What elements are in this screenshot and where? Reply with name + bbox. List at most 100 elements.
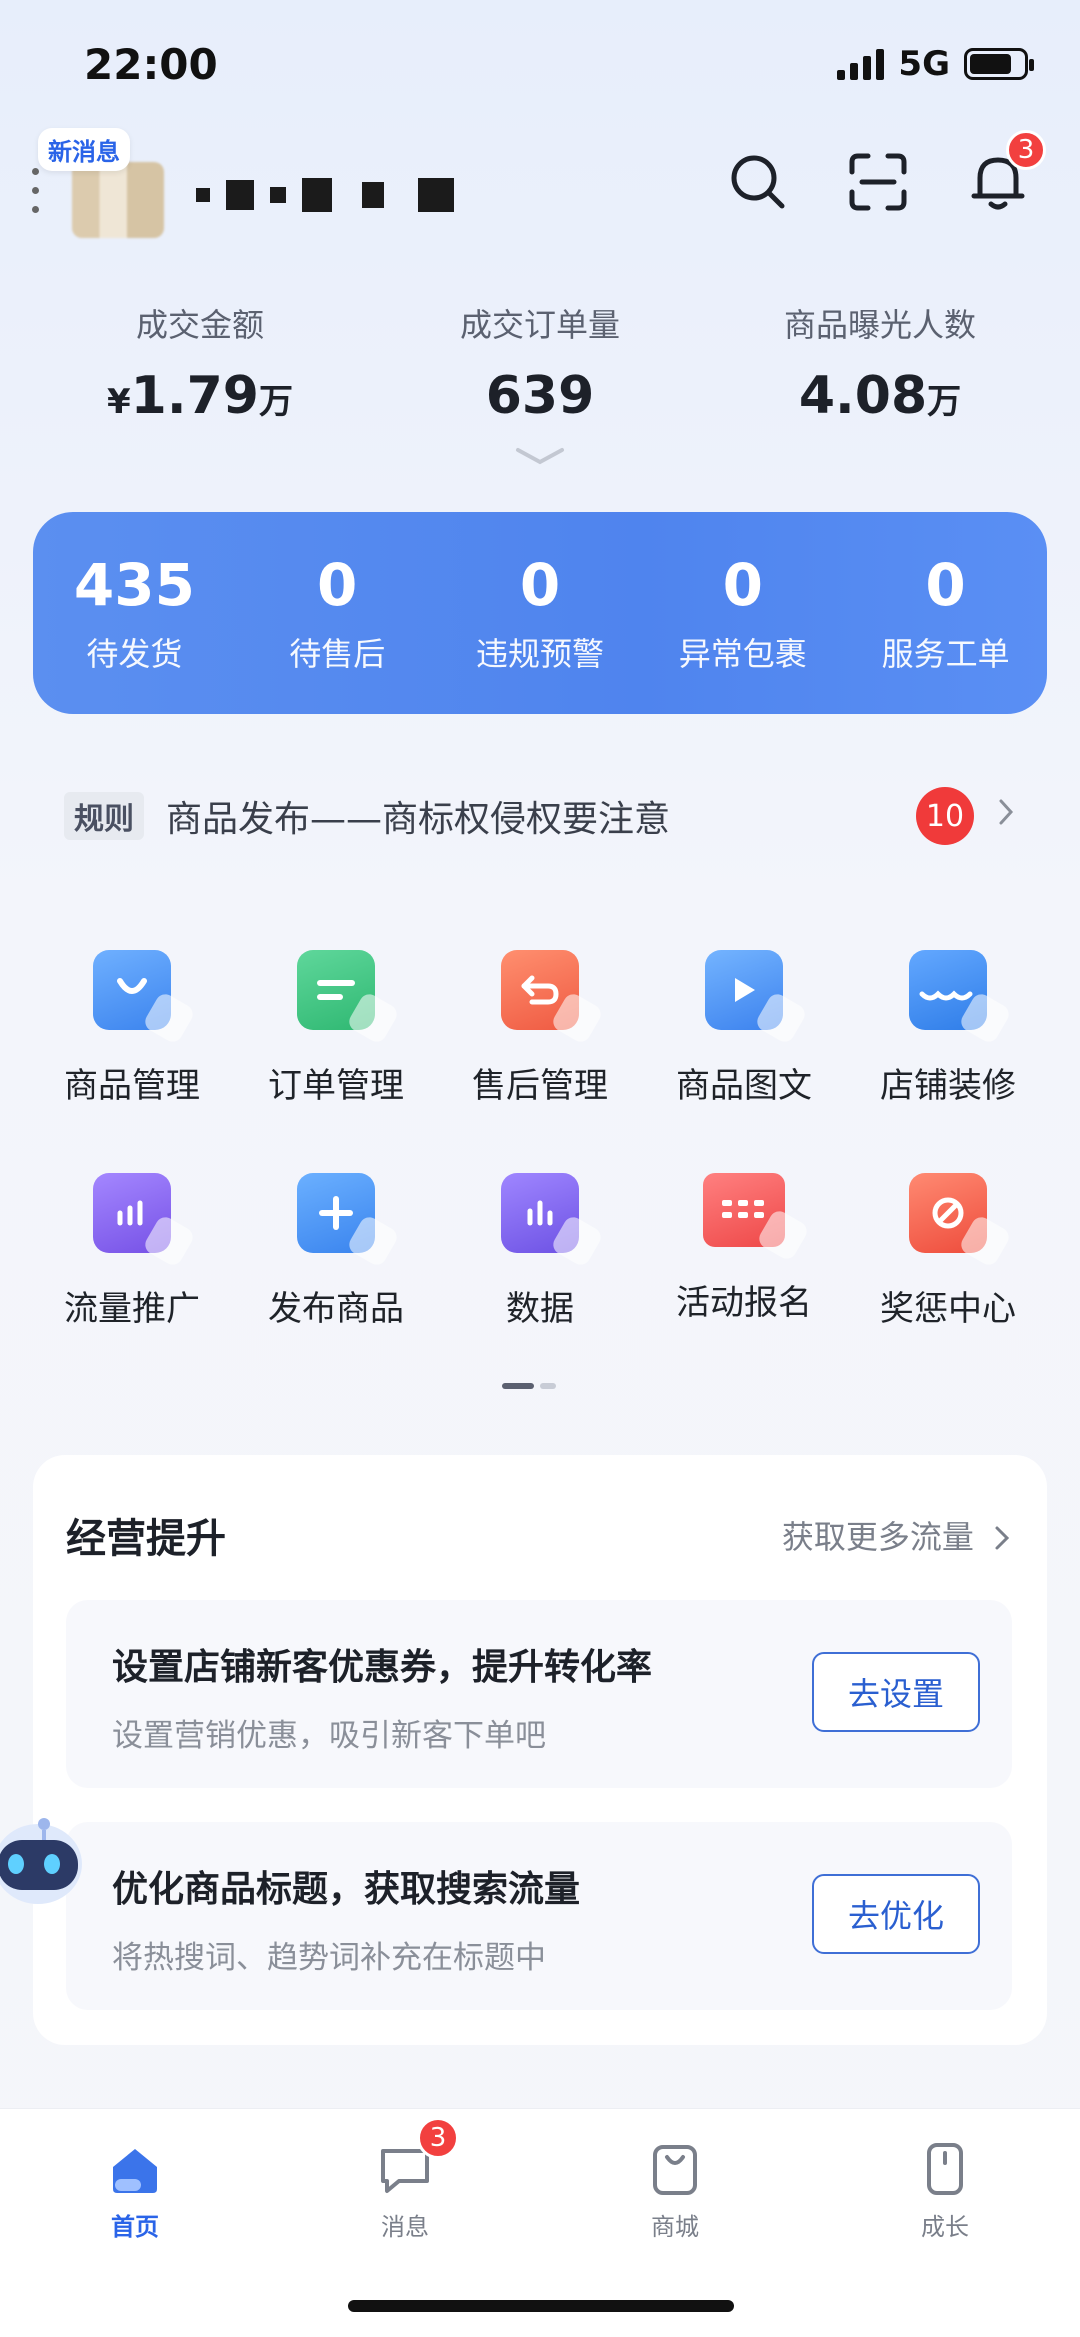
new-message-badge: 新消息 bbox=[38, 128, 130, 171]
todo-count: 0 bbox=[722, 551, 763, 619]
metric-gmv[interactable]: 成交金额 ¥1.79万 bbox=[30, 300, 370, 426]
scan-icon[interactable] bbox=[846, 150, 910, 214]
go-optimize-button[interactable]: 去优化 bbox=[812, 1874, 980, 1954]
tool-store-decoration[interactable]: 店铺装修 bbox=[846, 950, 1050, 1107]
more-link-label: 获取更多流量 bbox=[781, 1518, 974, 1556]
traffic-icon bbox=[93, 1173, 171, 1253]
go-setup-button[interactable]: 去设置 bbox=[812, 1652, 980, 1732]
tool-reward-penalty-center[interactable]: 奖惩中心 bbox=[846, 1173, 1050, 1330]
shopping-bag-icon bbox=[645, 2139, 705, 2199]
tab-messages[interactable]: 3 消息 bbox=[270, 2117, 540, 2242]
tab-growth[interactable]: 成长 bbox=[810, 2139, 1080, 2242]
section-title: 经营提升 bbox=[66, 1516, 226, 1562]
todo-abnormal-package[interactable]: 0 异常包裹 bbox=[641, 551, 844, 675]
tool-label: 奖惩中心 bbox=[880, 1289, 1016, 1329]
more-traffic-link[interactable]: 获取更多流量 bbox=[782, 1512, 1010, 1558]
header-actions: 3 bbox=[726, 130, 1046, 214]
task-subtitle: 设置营销优惠，吸引新客下单吧 bbox=[112, 1718, 546, 1754]
todo-label: 待发货 bbox=[86, 635, 183, 673]
currency-symbol: ¥ bbox=[107, 382, 131, 422]
tool-label: 活动报名 bbox=[676, 1283, 812, 1323]
tab-label: 首页 bbox=[111, 2213, 159, 2241]
tool-grid: 商品管理 订单管理 售后管理 商品图文 店铺装修 流量推广 发布商品 数据 活动… bbox=[30, 950, 1050, 1330]
metric-label: 商品曝光人数 bbox=[783, 306, 976, 344]
assistant-robot-icon[interactable] bbox=[0, 1800, 90, 1910]
todo-count: 435 bbox=[73, 551, 195, 619]
tool-label: 订单管理 bbox=[268, 1066, 404, 1106]
chevron-right-icon bbox=[998, 798, 1014, 834]
tool-publish-product[interactable]: 发布商品 bbox=[234, 1173, 438, 1330]
metric-exposure[interactable]: 商品曝光人数 4.08万 bbox=[710, 300, 1050, 426]
todo-service-ticket[interactable]: 0 服务工单 bbox=[844, 551, 1047, 675]
todo-label: 服务工单 bbox=[881, 635, 1010, 673]
search-icon[interactable] bbox=[726, 150, 790, 214]
todo-card: 435 待发货 0 待售后 0 违规预警 0 异常包裹 0 服务工单 bbox=[33, 512, 1047, 714]
message-count-badge: 3 bbox=[417, 2117, 459, 2159]
todo-count: 0 bbox=[519, 551, 561, 619]
task-optimize-title[interactable]: 优化商品标题，获取搜索流量 将热搜词、趋势词补充在标题中 去优化 bbox=[66, 1822, 1012, 2010]
tab-label: 商城 bbox=[651, 2213, 699, 2241]
tool-data[interactable]: 数据 bbox=[438, 1173, 642, 1330]
tab-label: 成长 bbox=[921, 2213, 969, 2241]
home-icon bbox=[105, 2139, 165, 2199]
todo-label: 待售后 bbox=[289, 635, 386, 673]
rule-tag: 规则 bbox=[64, 792, 144, 840]
tab-mall[interactable]: 商城 bbox=[540, 2139, 810, 2242]
metric-value: 1.79 bbox=[130, 366, 259, 426]
calendar-icon bbox=[703, 1173, 785, 1247]
todo-label: 异常包裹 bbox=[678, 635, 807, 673]
metric-unit: 万 bbox=[927, 382, 962, 422]
bag-icon bbox=[93, 950, 171, 1030]
status-indicators: 5G bbox=[837, 44, 1034, 84]
tool-product-media[interactable]: 商品图文 bbox=[642, 950, 846, 1107]
status-time: 22:00 bbox=[84, 40, 218, 89]
todo-count: 0 bbox=[317, 551, 358, 619]
battery-icon bbox=[964, 48, 1034, 80]
tab-label: 消息 bbox=[381, 2213, 429, 2241]
sales-metrics: 成交金额 ¥1.79万 成交订单量 639 商品曝光人数 4.08万 bbox=[30, 300, 1050, 426]
rule-count-badge: 10 bbox=[916, 787, 974, 845]
todo-pending-shipment[interactable]: 435 待发货 bbox=[33, 551, 236, 675]
metric-value: 4.08 bbox=[798, 366, 928, 426]
tab-home[interactable]: 首页 bbox=[0, 2139, 270, 2242]
shop-avatar[interactable] bbox=[72, 162, 164, 238]
store-icon bbox=[909, 950, 987, 1030]
shop-name-redacted[interactable] bbox=[196, 178, 454, 212]
task-title: 优化商品标题，获取搜索流量 bbox=[112, 1869, 581, 1910]
tool-label: 流量推广 bbox=[64, 1289, 200, 1329]
network-type: 5G bbox=[898, 44, 950, 84]
tool-label: 商品图文 bbox=[676, 1066, 812, 1106]
metric-label: 成交订单量 bbox=[459, 306, 620, 344]
task-subtitle: 将热搜词、趋势词补充在标题中 bbox=[112, 1940, 546, 1976]
tool-order-management[interactable]: 订单管理 bbox=[234, 950, 438, 1107]
notification-count-badge: 3 bbox=[1006, 130, 1046, 170]
todo-pending-aftersale[interactable]: 0 待售后 bbox=[236, 551, 439, 675]
todo-label: 违规预警 bbox=[475, 635, 604, 673]
growth-icon bbox=[915, 2139, 975, 2199]
tool-event-signup[interactable]: 活动报名 bbox=[642, 1173, 846, 1330]
rule-notice[interactable]: 规则 商品发布——商标权侵权要注意 10 bbox=[64, 787, 1014, 845]
more-menu-icon[interactable] bbox=[32, 168, 39, 213]
chart-icon bbox=[501, 1173, 579, 1253]
task-coupon[interactable]: 设置店铺新客优惠券，提升转化率 设置营销优惠，吸引新客下单吧 去设置 bbox=[66, 1600, 1012, 1788]
grid-page-indicator bbox=[502, 1383, 556, 1389]
message-icon: 3 bbox=[375, 2117, 459, 2199]
tool-product-management[interactable]: 商品管理 bbox=[30, 950, 234, 1107]
tool-traffic-promotion[interactable]: 流量推广 bbox=[30, 1173, 234, 1330]
task-title: 设置店铺新客优惠券，提升转化率 bbox=[112, 1647, 653, 1688]
rule-text: 商品发布——商标权侵权要注意 bbox=[166, 799, 671, 840]
todo-count: 0 bbox=[925, 551, 966, 619]
metric-unit: 万 bbox=[258, 382, 293, 422]
signal-icon bbox=[837, 48, 885, 80]
notification-bell-icon[interactable]: 3 bbox=[966, 130, 1046, 214]
chevron-right-icon bbox=[995, 1526, 1010, 1550]
expand-chevron-icon[interactable] bbox=[512, 444, 568, 472]
tool-label: 店铺装修 bbox=[880, 1066, 1016, 1106]
order-icon bbox=[297, 950, 375, 1030]
tool-aftersale-management[interactable]: 售后管理 bbox=[438, 950, 642, 1107]
plus-icon bbox=[297, 1173, 375, 1253]
home-indicator bbox=[348, 2300, 734, 2312]
tool-label: 商品管理 bbox=[64, 1066, 200, 1106]
metric-orders[interactable]: 成交订单量 639 bbox=[370, 300, 710, 426]
todo-violation-warning[interactable]: 0 违规预警 bbox=[439, 551, 642, 675]
